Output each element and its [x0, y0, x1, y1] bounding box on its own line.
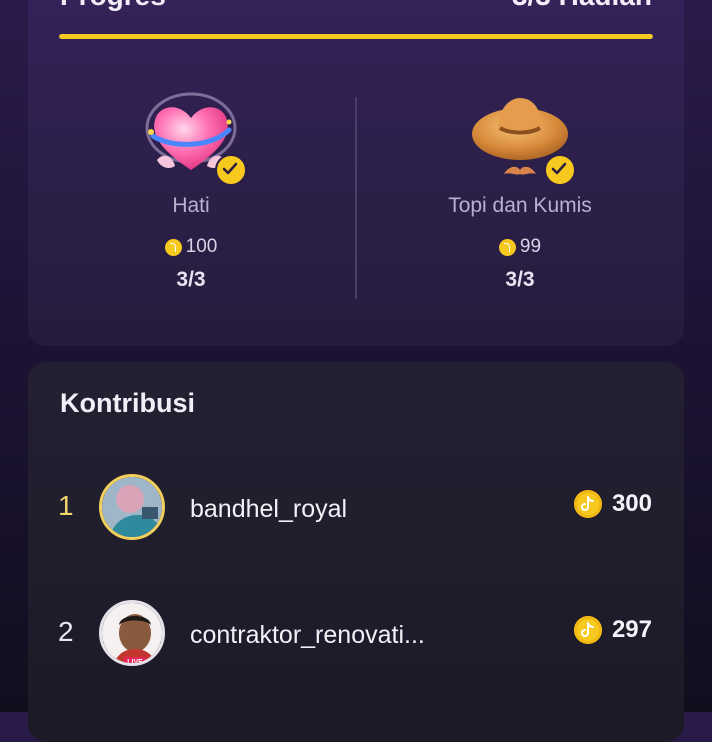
coin-amount: 300 [611, 490, 652, 517]
gift-item-topi-dan-kumis[interactable]: Topi dan Kumis 99 3/3 [400, 90, 640, 292]
rank-number: 1 [58, 490, 74, 521]
gift-divider [355, 97, 357, 299]
progress-reward-counter: 3/3 Hadiah [512, 0, 652, 12]
coin-amount: 297 [611, 616, 652, 643]
contributor-row[interactable]: 1 bandhel_royal 300 [28, 470, 684, 550]
reward-text: 3/3 Hadiah [512, 0, 652, 12]
gift-price: 100 [71, 236, 311, 258]
live-badge: LIVE [127, 659, 143, 666]
coin-icon [498, 238, 516, 256]
gift-name: Hati [172, 194, 210, 217]
gift-name: Topi dan Kumis [448, 194, 592, 217]
progress-bar [59, 34, 653, 39]
gift-price-value: 99 [519, 236, 542, 257]
completed-check-icon [544, 154, 576, 186]
heart-gift-icon [141, 90, 247, 190]
contribution-card: Kontribusi 1 bandhel_royal 300 2 LIVE co… [28, 362, 684, 742]
gift-price-value: 100 [185, 236, 218, 257]
contributor-coins: 297 [573, 616, 652, 644]
contributor-username: contraktor_renovati... [190, 621, 425, 649]
rank-number: 2 [58, 616, 74, 647]
gift-item-hati[interactable]: Hati 100 3/3 [71, 90, 311, 292]
gift-count: 3/3 [176, 268, 206, 291]
progress-bar-fill [59, 34, 653, 39]
progress-card: Progres 3/3 Hadiah [28, 0, 684, 346]
avatar[interactable] [99, 474, 165, 540]
coin-icon [164, 238, 182, 256]
avatar[interactable]: LIVE [99, 600, 165, 666]
coin-icon [573, 490, 602, 518]
contributor-username: bandhel_royal [190, 495, 348, 523]
contribution-title: Kontribusi [60, 388, 195, 418]
hat-mustache-gift-icon [470, 90, 576, 190]
coin-icon [573, 616, 602, 644]
contributor-coins: 300 [573, 490, 652, 518]
gift-price: 99 [400, 236, 640, 258]
gift-count: 3/3 [505, 268, 535, 291]
progress-title: Progres [60, 0, 166, 12]
contributor-row[interactable]: 2 LIVE contraktor_renovati... 297 [28, 596, 684, 676]
completed-check-icon [215, 154, 247, 186]
